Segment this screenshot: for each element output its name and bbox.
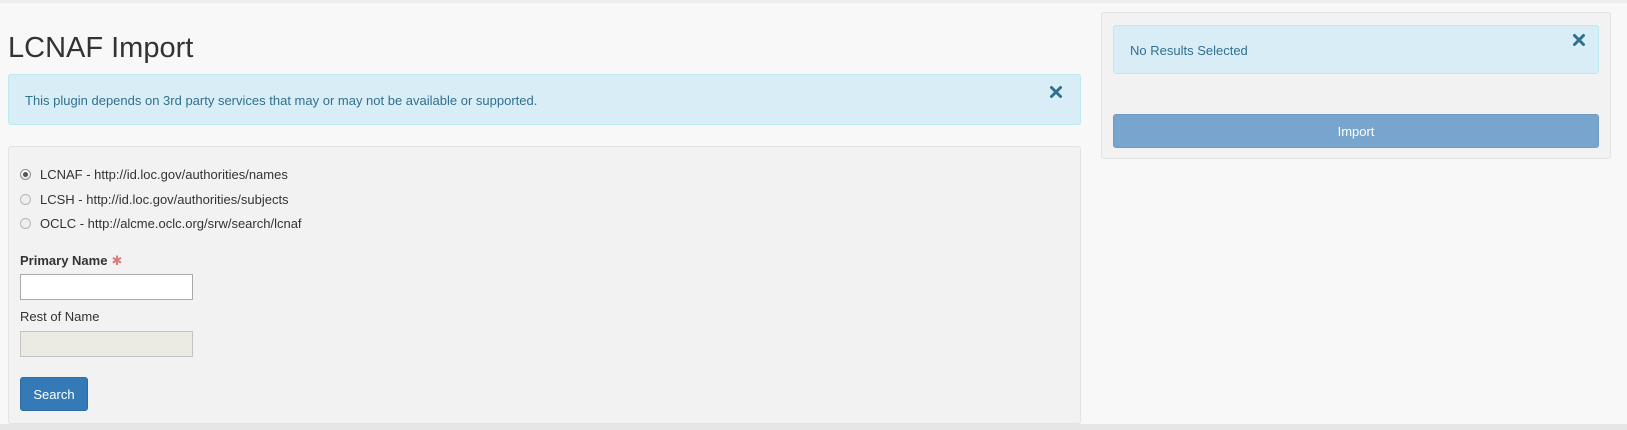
radio-button-selected[interactable] xyxy=(20,168,31,180)
notice-text: This plugin depends on 3rd party service… xyxy=(25,93,538,108)
rest-of-name-label: Rest of Name xyxy=(20,309,100,324)
close-icon[interactable] xyxy=(1572,33,1586,47)
third-party-notice: This plugin depends on 3rd party service… xyxy=(8,74,1081,125)
top-strip xyxy=(0,0,1627,3)
bottom-strip xyxy=(0,424,1627,430)
radio-label: LCNAF - http://id.loc.gov/authorities/na… xyxy=(40,166,288,182)
primary-name-label-text: Primary Name xyxy=(20,253,108,268)
radio-option-oclc[interactable]: OCLC - http://alcme.oclc.org/srw/search/… xyxy=(20,214,302,232)
primary-name-input[interactable] xyxy=(20,274,193,300)
page-title: LCNAF Import xyxy=(8,32,194,64)
radio-button[interactable] xyxy=(20,193,31,205)
rest-of-name-input[interactable] xyxy=(20,331,193,357)
radio-label: LCSH - http://id.loc.gov/authorities/sub… xyxy=(40,191,289,207)
import-button[interactable]: Import xyxy=(1113,114,1599,148)
radio-button[interactable] xyxy=(20,217,31,229)
results-status-text: No Results Selected xyxy=(1130,43,1248,58)
no-results-alert: No Results Selected xyxy=(1113,25,1599,74)
radio-option-lcsh[interactable]: LCSH - http://id.loc.gov/authorities/sub… xyxy=(20,190,289,208)
results-panel: No Results Selected Import xyxy=(1101,12,1611,159)
primary-name-label: Primary Name ✱ xyxy=(20,253,122,269)
radio-option-lcnaf[interactable]: LCNAF - http://id.loc.gov/authorities/na… xyxy=(20,165,288,183)
close-icon[interactable] xyxy=(1049,85,1063,99)
search-form-panel: LCNAF - http://id.loc.gov/authorities/na… xyxy=(8,146,1081,424)
required-star-icon: ✱ xyxy=(111,253,123,268)
search-button[interactable]: Search xyxy=(20,377,88,411)
radio-label: OCLC - http://alcme.oclc.org/srw/search/… xyxy=(40,215,302,231)
